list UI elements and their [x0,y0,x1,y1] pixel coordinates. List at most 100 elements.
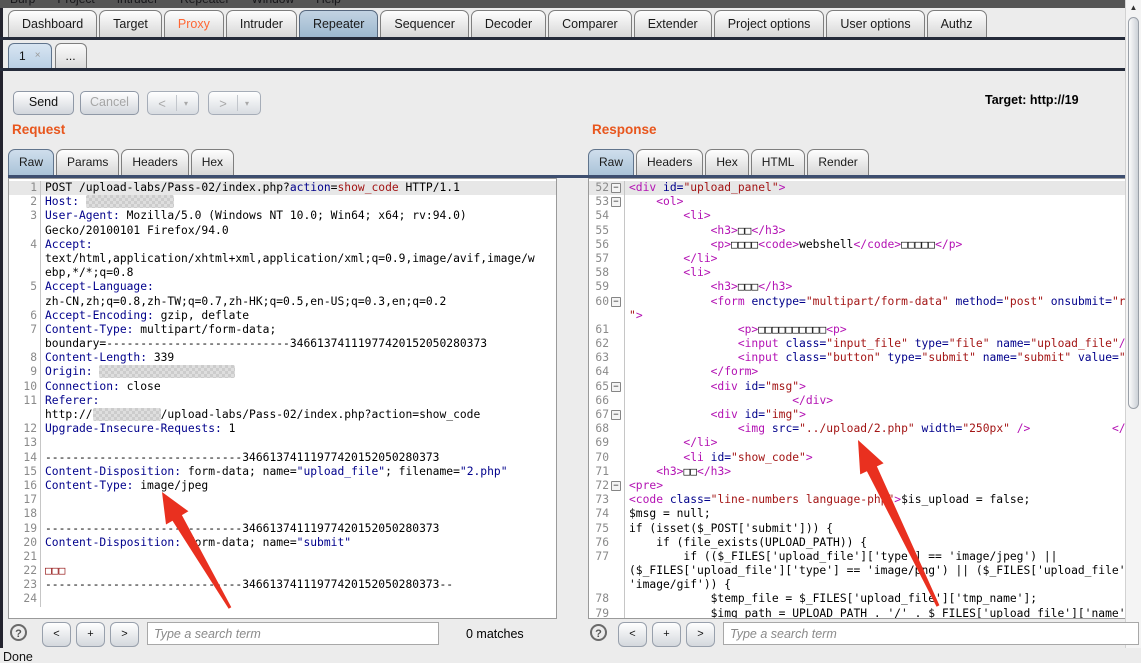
search-next-button[interactable]: > [686,622,715,647]
code-line-wrap[interactable]: http:// /upload-labs/Pass-02/index.php?a… [9,408,556,423]
response-search-input[interactable] [723,622,1139,645]
fold-collapse-icon[interactable]: − [611,481,621,492]
code-line-15[interactable]: 15 Content-Disposition: form-data; name="… [9,464,556,479]
code-line-79[interactable]: 79 $img_path = UPLOAD_PATH . '/' . $_FIL… [589,606,1140,618]
chevron-down-icon[interactable]: ▾ [177,99,195,108]
repeater-tab-1[interactable]: 1 × [8,43,52,68]
search-add-button[interactable]: + [652,622,681,647]
search-add-button[interactable]: + [76,622,105,647]
code-line-69[interactable]: 69 </li> [589,436,1140,451]
code-line-13[interactable]: 13 [9,436,556,451]
code-line-18[interactable]: 18 [9,507,556,522]
cancel-button[interactable]: Cancel [80,91,139,115]
tab-params[interactable]: Params [56,149,120,175]
code-line-12[interactable]: 12 Upgrade-Insecure-Requests: 1 [9,422,556,437]
tab-authz[interactable]: Authz [926,10,987,37]
code-line-21[interactable]: 21 [9,549,556,565]
code-line-59[interactable]: 59 <h3>□□□</h3> [589,280,1140,295]
tab-project-options[interactable]: Project options [713,10,825,37]
menu-item-help[interactable]: Help [316,0,341,6]
code-line-20[interactable]: 20 Content-Disposition: form-data; name="… [9,535,556,550]
fold-collapse-icon[interactable]: − [611,183,621,194]
menu-item-project[interactable]: Project [57,0,94,6]
code-line-17[interactable]: 17 [9,493,556,508]
code-line-71[interactable]: 71 <h3>□□</h3> [589,464,1140,479]
help-icon[interactable]: ? [590,624,607,641]
code-line-wrap[interactable]: "> [589,308,1140,323]
tab-target[interactable]: Target [99,10,162,37]
code-line-wrap[interactable]: ($_FILES['upload_file']['type'] == 'imag… [589,564,1140,579]
code-line-wrap[interactable]: zh-CN,zh;q=0.8,zh-TW;q=0.7,zh-HK;q=0.5,e… [9,294,556,309]
code-line-wrap[interactable]: 'image/gif')) { [589,578,1140,593]
request-editor[interactable]: 1 POST /upload-labs/Pass-02/index.php?act… [8,178,557,619]
fold-collapse-icon[interactable]: − [611,197,621,208]
response-editor[interactable]: 52− <div id="upload_panel"> 53− <ol> 54 <li… [588,178,1141,619]
request-search-input[interactable] [147,622,439,645]
tab-extender[interactable]: Extender [633,10,712,37]
tab-raw[interactable]: Raw [588,149,635,175]
tab-html[interactable]: HTML [750,149,806,175]
tab-repeater[interactable]: Repeater [298,10,379,37]
code-line-73[interactable]: 73 <code class="line-numbers language-php… [589,493,1140,508]
code-line-57[interactable]: 57 </li> [589,251,1140,267]
code-line-54[interactable]: 54 <li> [589,209,1140,224]
code-line-72[interactable]: 72− <pre> [589,478,1140,494]
code-line-11[interactable]: 11 Referer: [9,393,556,408]
menu-item-intruder[interactable]: Intruder [117,0,158,6]
code-line-8[interactable]: 8 Content-Length: 339 [9,351,556,366]
repeater-tab-more[interactable]: ... [54,43,87,68]
code-line-wrap[interactable]: Gecko/20100101 Firefox/94.0 [9,223,556,238]
code-line-70[interactable]: 70 <li id="show_code"> [589,450,1140,465]
close-icon[interactable]: × [35,44,41,68]
code-line-58[interactable]: 58 <li> [589,266,1140,281]
next-request-button[interactable]: > ▾ [208,91,261,115]
code-line-76[interactable]: 76 if (file_exists(UPLOAD_PATH)) { [589,535,1140,550]
code-line-77[interactable]: 77 if (($_FILES['upload_file']['type'] =… [589,549,1140,565]
code-line-wrap[interactable]: text/html,application/xhtml+xml,applicat… [9,251,556,267]
tab-comparer[interactable]: Comparer [548,10,632,37]
code-line-75[interactable]: 75 if (isset($_POST['submit'])) { [589,521,1140,536]
code-line-9[interactable]: 9 Origin: [9,365,556,380]
send-button[interactable]: Send [13,91,74,115]
response-scrollbar[interactable]: ▲ ▼ [1125,0,1141,663]
previous-request-button[interactable]: < ▾ [147,91,199,115]
code-line-66[interactable]: 66 </div> [589,393,1140,408]
code-line-74[interactable]: 74 $msg = null; [589,507,1140,522]
code-line-1[interactable]: 1 POST /upload-labs/Pass-02/index.php?act… [9,181,556,196]
code-line-14[interactable]: 14 -----------------------------346613741… [9,450,556,465]
scrollbar-thumb[interactable] [1128,17,1139,409]
code-line-7[interactable]: 7 Content-Type: multipart/form-data; [9,322,556,338]
code-line-53[interactable]: 53− <ol> [589,195,1140,210]
menu-item-repeater[interactable]: Repeater [180,0,229,6]
fold-collapse-icon[interactable]: − [611,381,621,392]
tab-sequencer[interactable]: Sequencer [380,10,469,37]
code-line-56[interactable]: 56 <p>□□□□<code>webshell</code>□□□□□</p> [589,237,1140,252]
code-line-52[interactable]: 52− <div id="upload_panel"> [589,181,1140,196]
code-line-5[interactable]: 5 Accept-Language: [9,280,556,295]
code-line-19[interactable]: 19 -----------------------------346613741… [9,521,556,536]
fold-collapse-icon[interactable]: − [611,410,621,421]
code-line-62[interactable]: 62 <input class="input_file" type="file"… [589,337,1140,352]
tab-proxy[interactable]: Proxy [163,10,224,37]
code-line-16[interactable]: 16 Content-Type: image/jpeg [9,478,556,494]
tab-headers[interactable]: Headers [121,149,189,175]
code-line-64[interactable]: 64 </form> [589,365,1140,380]
tab-intruder[interactable]: Intruder [225,10,297,37]
code-line-10[interactable]: 10 Connection: close [9,379,556,394]
chevron-down-icon[interactable]: ▾ [238,99,256,108]
fold-collapse-icon[interactable]: − [611,296,621,307]
code-line-65[interactable]: 65− <div id="msg"> [589,379,1140,394]
menu-item-burp[interactable]: Burp [10,0,35,6]
tab-hex[interactable]: Hex [705,149,749,175]
code-line-61[interactable]: 61 <p>□□□□□□□□□□<p> [589,322,1140,338]
tab-raw[interactable]: Raw [8,149,55,175]
code-line-67[interactable]: 67− <div id="img"> [589,408,1140,423]
tab-dashboard[interactable]: Dashboard [8,10,98,37]
code-line-2[interactable]: 2 Host: [9,195,556,210]
code-line-55[interactable]: 55 <h3>□□</h3> [589,223,1140,238]
code-line-68[interactable]: 68 <img src="../upload/2.php" width="250… [589,422,1140,437]
code-line-22[interactable]: 22 □□□ [9,564,556,579]
code-line-63[interactable]: 63 <input class="button" type="submit" n… [589,351,1140,366]
code-line-4[interactable]: 4 Accept: [9,237,556,252]
menu-item-window[interactable]: Window [251,0,294,6]
